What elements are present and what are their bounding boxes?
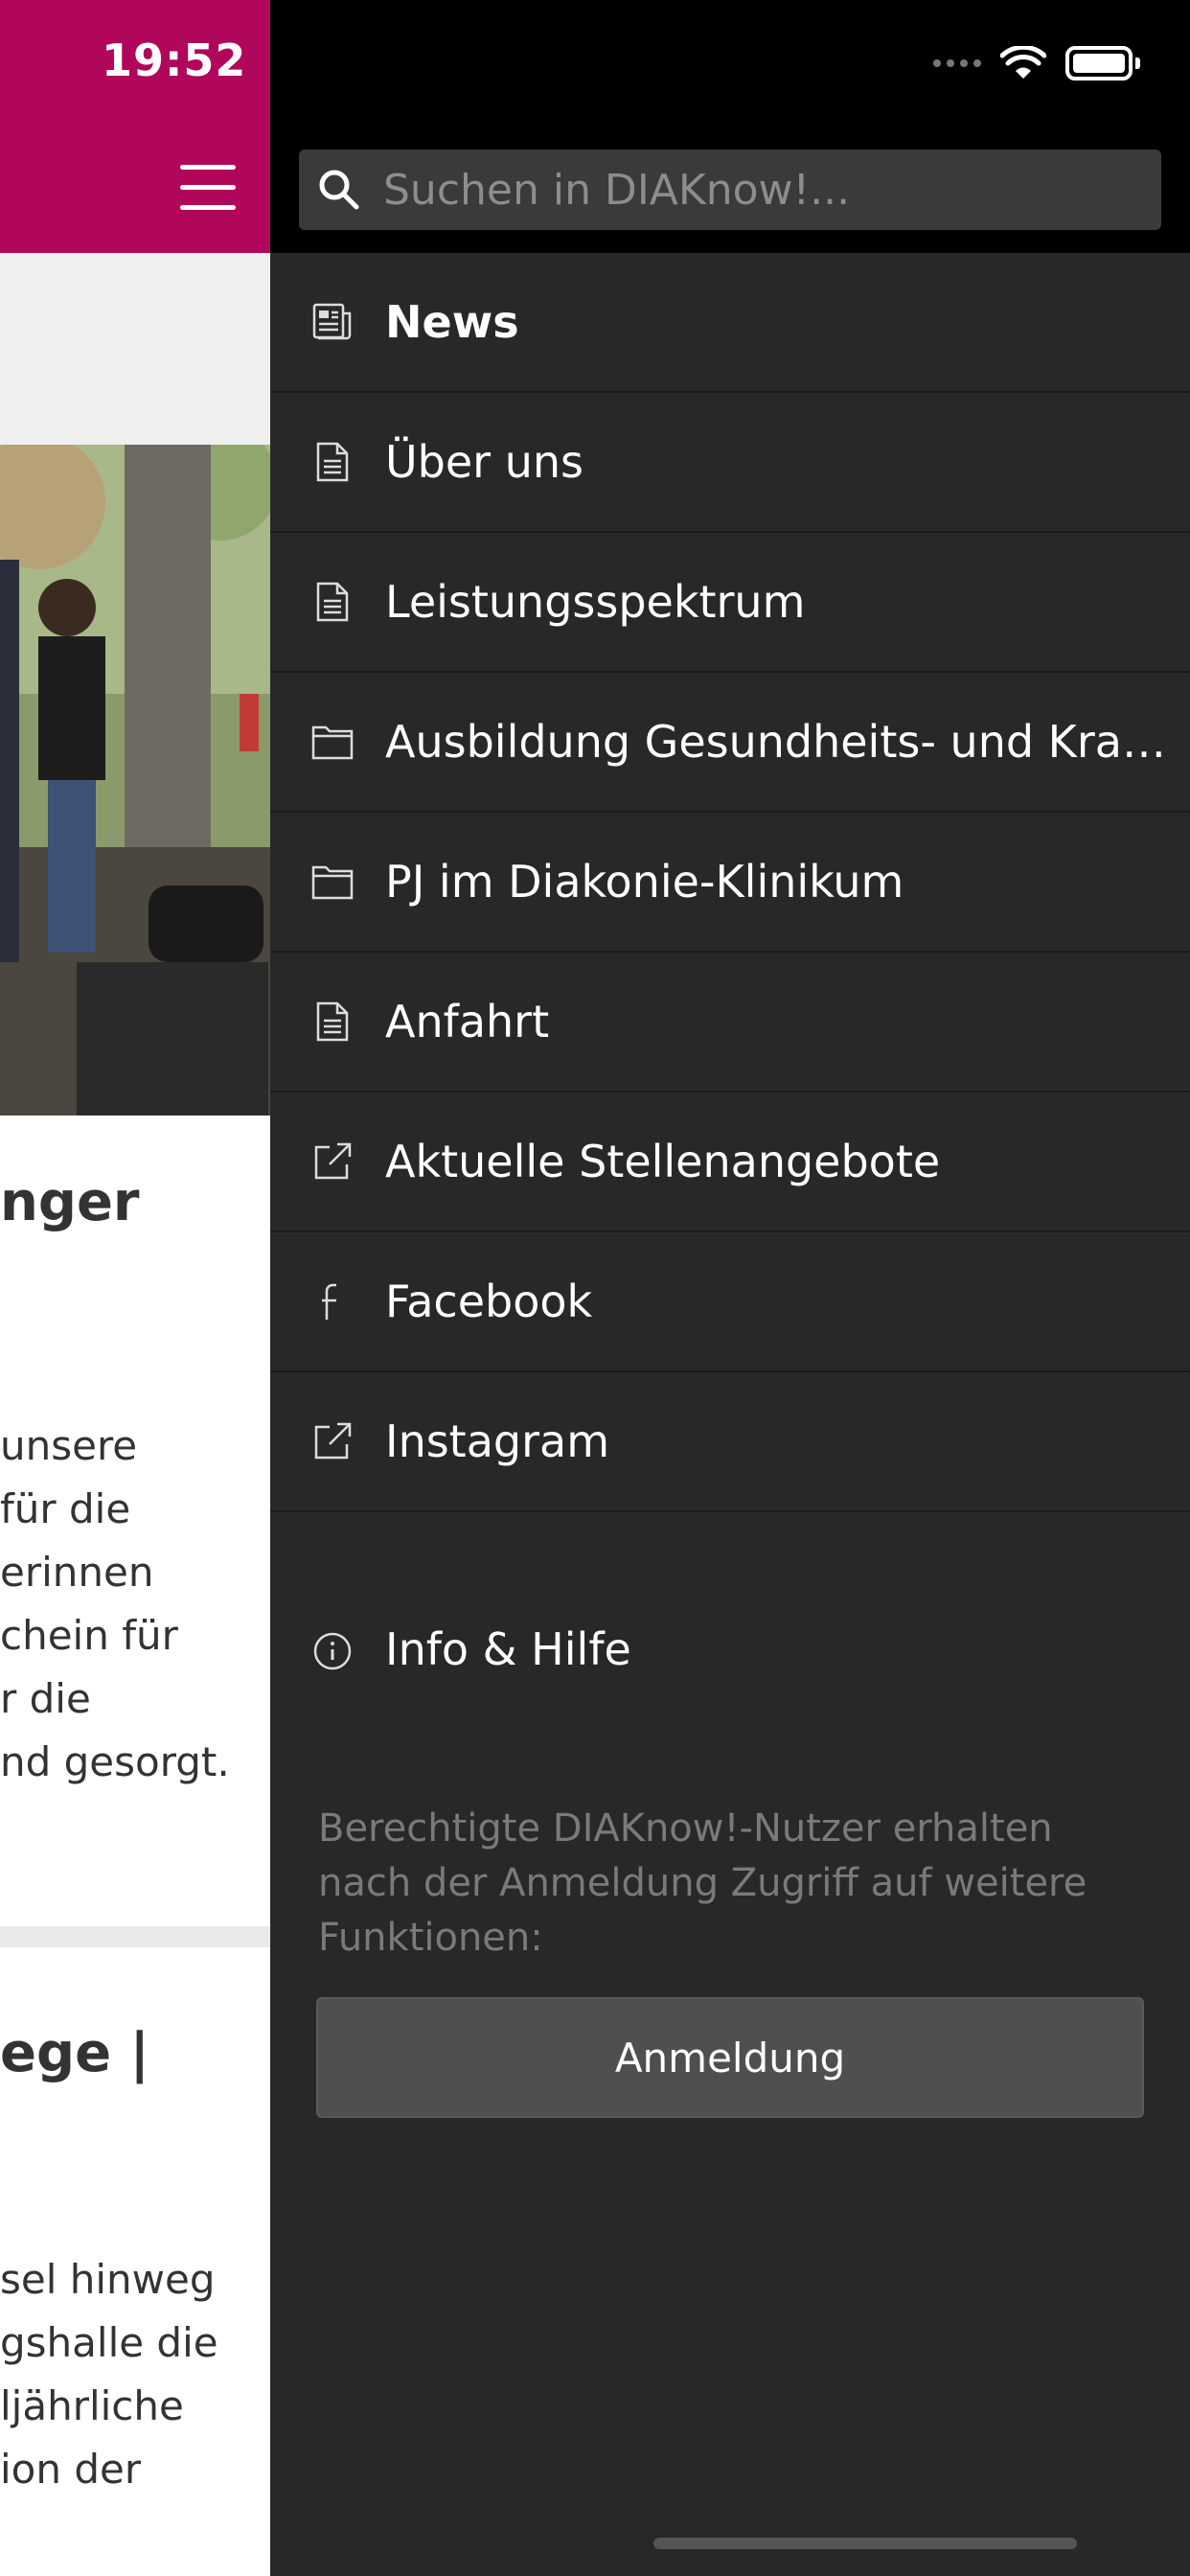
article-heading-fragment: ege | xyxy=(0,2022,149,2084)
para-line: ljährliche xyxy=(0,2382,184,2429)
article-separator xyxy=(0,1926,270,1947)
menu-item-label: Über uns xyxy=(385,436,584,488)
status-icons xyxy=(933,46,1140,80)
search-input[interactable] xyxy=(381,160,1161,219)
facebook-icon xyxy=(322,1283,336,1320)
menu-item-label: Anfahrt xyxy=(385,996,550,1047)
status-bar: 19:52 xyxy=(0,0,270,126)
para-line: nd gesorgt. xyxy=(0,1738,230,1785)
menu-item-ueber-uns[interactable]: Über uns xyxy=(270,393,1190,533)
cellular-signal-icon xyxy=(933,59,981,67)
wifi-icon xyxy=(1000,46,1046,79)
login-button[interactable]: Anmeldung xyxy=(316,1997,1144,2118)
menu-item-instagram[interactable]: Instagram xyxy=(270,1372,1190,1512)
menu-item-label: PJ im Diakonie-Klinikum xyxy=(385,856,904,908)
battery-icon xyxy=(1065,46,1140,80)
login-hint-text: Berechtigte DIAKnow!-Nutzer erhalten nac… xyxy=(318,1806,1087,1960)
status-time: 19:52 xyxy=(102,34,247,86)
document-icon xyxy=(316,1001,349,1042)
menu-item-pj[interactable]: PJ im Diakonie-Klinikum xyxy=(270,813,1190,953)
para-line: ion der xyxy=(0,2446,142,2493)
article-paragraph-fragment: unsere für die erinnen chein für r die n… xyxy=(0,1414,270,1794)
article-heading-fragment: nger xyxy=(0,1171,140,1233)
background-app: 19:52 nger unsere für die erinnen chein … xyxy=(0,0,270,2576)
menu-item-label: Aktuelle Stellenangebote xyxy=(385,1136,941,1187)
drawer-header xyxy=(270,0,1190,253)
folder-icon xyxy=(311,865,354,900)
para-line: sel hinweg xyxy=(0,2256,216,2303)
para-line: gshalle die xyxy=(0,2319,218,2366)
menu-item-ausbildung[interactable]: Ausbildung Gesundheits- und Kranke... xyxy=(270,673,1190,813)
menu-item-label: Ausbildung Gesundheits- und Kranke... xyxy=(385,716,1180,768)
para-line: unsere xyxy=(0,1422,138,1469)
external-link-icon xyxy=(314,1142,352,1180)
content-header-area xyxy=(0,253,270,445)
menu-item-label: News xyxy=(385,296,519,348)
menu-item-leistungsspektrum[interactable]: Leistungsspektrum xyxy=(270,533,1190,673)
info-icon xyxy=(313,1632,352,1670)
info-hilfe-item[interactable]: Info & Hilfe xyxy=(270,1581,1190,1719)
navigation-drawer: News Über uns Leistungsspektrum xyxy=(270,0,1190,2576)
search-icon xyxy=(319,170,359,210)
para-line: chein für xyxy=(0,1612,178,1659)
para-line: erinnen xyxy=(0,1549,154,1596)
article-paragraph-fragment: sel hinweg gshalle die ljährliche ion de… xyxy=(0,2248,270,2501)
menu-item-label: Leistungsspektrum xyxy=(385,576,806,628)
drawer-menu: News Über uns Leistungsspektrum Ausbildu… xyxy=(270,253,1190,1512)
para-line: r die xyxy=(0,1675,91,1722)
para-line: für die xyxy=(0,1485,131,1532)
document-icon xyxy=(316,582,349,622)
search-bar[interactable] xyxy=(299,150,1161,230)
menu-item-anfahrt[interactable]: Anfahrt xyxy=(270,953,1190,1092)
folder-icon xyxy=(311,725,354,760)
info-label: Info & Hilfe xyxy=(385,1623,631,1675)
home-indicator[interactable] xyxy=(653,2538,1077,2549)
document-icon xyxy=(316,442,349,482)
menu-item-news[interactable]: News xyxy=(270,253,1190,393)
article-photo[interactable] xyxy=(0,445,270,1116)
menu-item-stellenangebote[interactable]: Aktuelle Stellenangebote xyxy=(270,1092,1190,1232)
newspaper-icon xyxy=(312,303,352,340)
external-link-icon xyxy=(314,1422,352,1460)
menu-item-label: Facebook xyxy=(385,1276,593,1327)
menu-item-label: Instagram xyxy=(385,1415,610,1467)
hamburger-menu-icon[interactable] xyxy=(180,165,236,210)
menu-item-facebook[interactable]: Facebook xyxy=(270,1232,1190,1372)
